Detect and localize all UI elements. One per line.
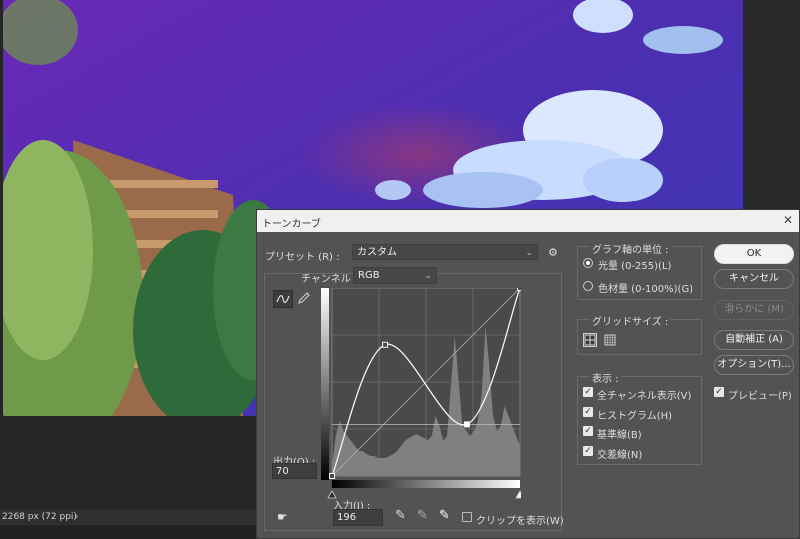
ink-radio-label: 色材量 (0-100%)(G): [598, 284, 694, 295]
channel-label: チャンネル :: [301, 274, 358, 285]
histogram-label: ヒストグラム(H): [597, 411, 673, 422]
all-channels-label: 全チャンネル表示(V): [597, 391, 692, 402]
curve-control-point[interactable]: [329, 473, 335, 479]
input-field[interactable]: 196: [333, 509, 383, 526]
light-radio[interactable]: [583, 258, 593, 268]
curve-graph[interactable]: [321, 288, 521, 506]
doc-size-text: 2268 px (72 ppi): [2, 512, 77, 522]
preset-label: プリセット (R) :: [265, 252, 340, 263]
simple-grid-icon[interactable]: [583, 333, 597, 347]
output-field[interactable]: 70: [272, 463, 317, 479]
curve-edit-icon[interactable]: [273, 290, 293, 308]
white-eyedropper-icon[interactable]: ✎: [439, 508, 450, 523]
cancel-button[interactable]: キャンセル: [714, 269, 794, 289]
gray-eyedropper-icon[interactable]: ✎: [417, 508, 428, 523]
clipping-label: クリップを表示(W): [476, 516, 564, 527]
graph-unit-title: グラフ軸の単位 :: [590, 241, 671, 256]
bottom-strip: [0, 525, 256, 539]
light-radio-label: 光量 (0-255)(L): [598, 261, 672, 272]
curves-dialog: トーンカーブ ✕ プリセット (R) : カスタム ⌄ ⚙ チャンネル : RG…: [256, 209, 800, 539]
display-title: 表示 :: [590, 370, 621, 385]
chevron-down-icon: ⌄: [424, 271, 432, 281]
black-eyedropper-icon[interactable]: ✎: [395, 508, 406, 523]
status-menu-arrow-icon[interactable]: ›: [75, 509, 79, 525]
baseline-label: 基準線(B): [597, 430, 642, 441]
preview-label: プレビュー(P): [728, 391, 792, 402]
all-channels-checkbox[interactable]: ✓: [583, 387, 593, 397]
white-point-slider[interactable]: [515, 490, 521, 499]
clipping-checkbox[interactable]: [462, 512, 472, 522]
detailed-grid-icon[interactable]: [603, 333, 617, 347]
options-button[interactable]: オプション(T)...: [714, 355, 794, 375]
histogram-checkbox[interactable]: ✓: [583, 407, 593, 417]
baseline-checkbox[interactable]: ✓: [583, 426, 593, 436]
curve-control-point[interactable]: [517, 288, 522, 291]
pencil-icon[interactable]: [295, 290, 315, 308]
output-gradient-bar: [321, 288, 329, 480]
channel-value: RGB: [358, 270, 380, 281]
close-icon[interactable]: ✕: [783, 213, 793, 227]
auto-button[interactable]: 自動補正 (A): [714, 330, 794, 350]
dialog-titlebar[interactable]: トーンカーブ ✕: [257, 210, 799, 232]
curve-control-point[interactable]: [463, 421, 470, 428]
status-bar: 2268 px (72 ppi) ›: [0, 509, 258, 525]
pasteboard: [0, 416, 256, 509]
ok-button[interactable]: OK: [714, 244, 794, 264]
input-gradient-bar: [332, 480, 520, 488]
preset-gear-icon[interactable]: ⚙: [548, 246, 558, 259]
preview-checkbox[interactable]: ✓: [714, 387, 724, 397]
grid-size-title: グリッドサイズ :: [590, 313, 671, 328]
channel-dropdown[interactable]: RGB ⌄: [353, 267, 437, 284]
chevron-down-icon: ⌄: [525, 248, 533, 258]
smooth-button[interactable]: 滑らかに (M): [714, 300, 794, 320]
dialog-title: トーンカーブ: [262, 219, 321, 230]
intersection-checkbox[interactable]: ✓: [583, 446, 593, 456]
targeted-adjust-icon[interactable]: ☛: [277, 510, 288, 524]
preset-value: カスタム: [357, 247, 397, 258]
intersection-label: 交差線(N): [597, 450, 643, 461]
ink-radio[interactable]: [583, 281, 593, 291]
preset-dropdown[interactable]: カスタム ⌄: [352, 244, 538, 260]
curve-control-point[interactable]: [382, 341, 389, 348]
